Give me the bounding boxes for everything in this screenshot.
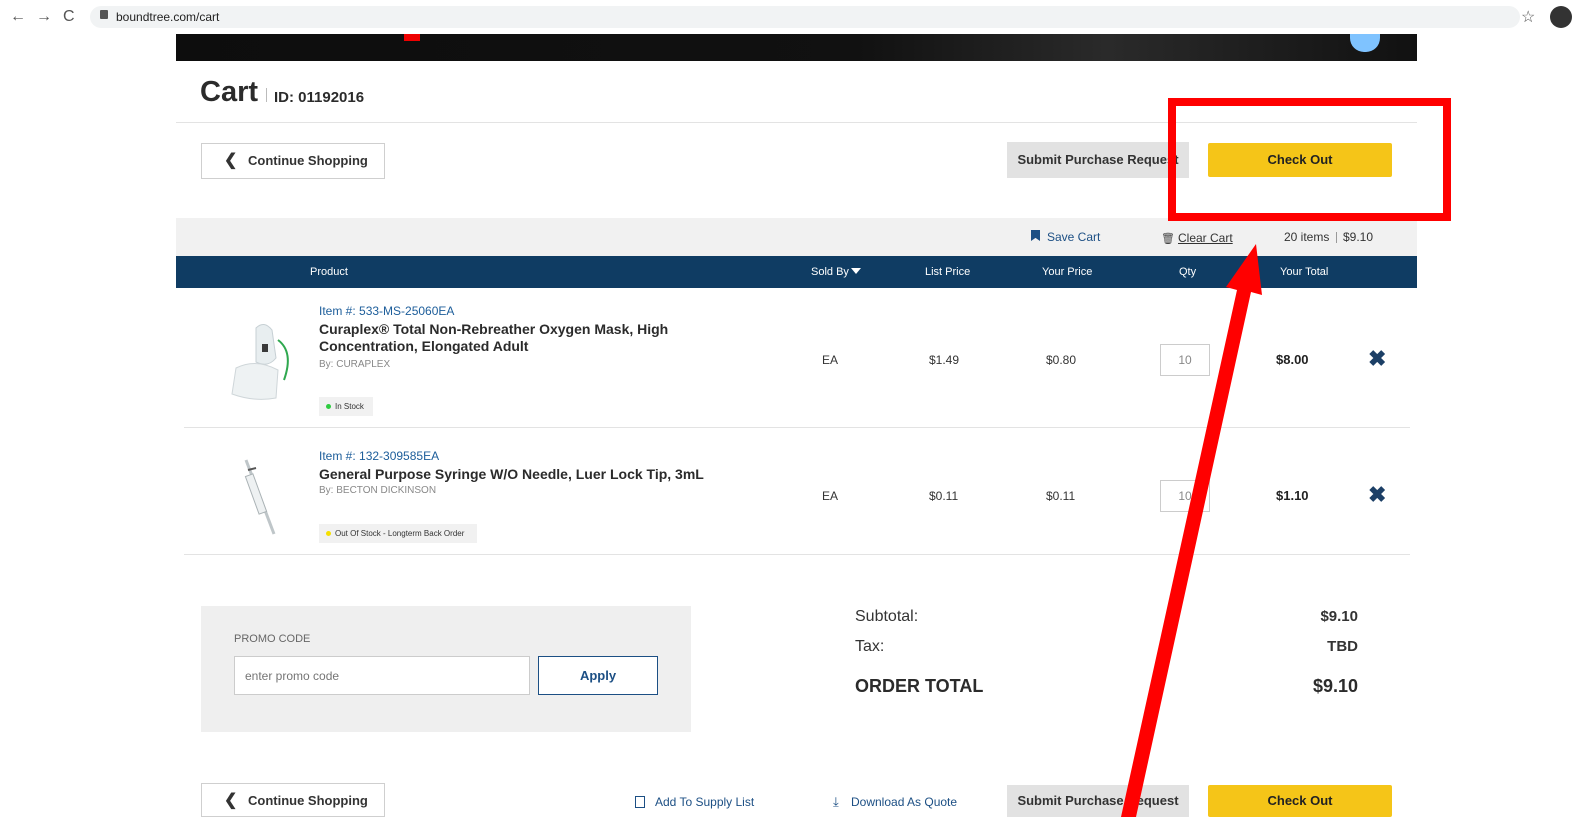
annotation-arrow (1121, 244, 1262, 817)
